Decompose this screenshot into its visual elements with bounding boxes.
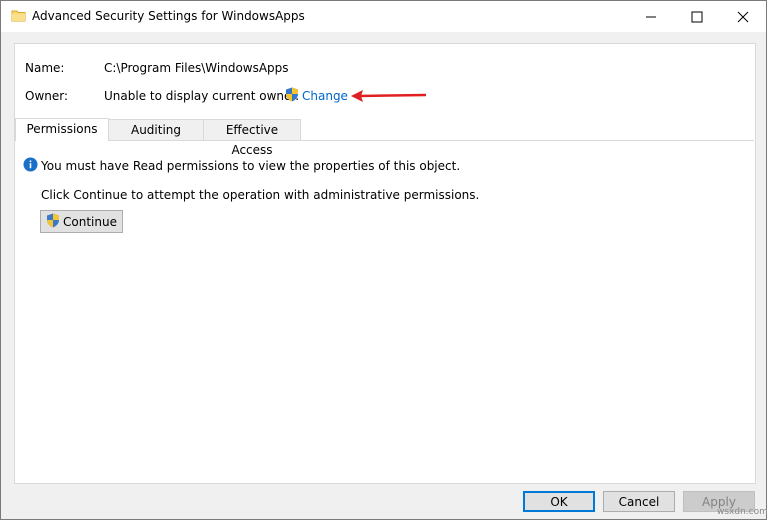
name-value: C:\Program Files\WindowsApps bbox=[104, 61, 289, 75]
change-link-label: Change bbox=[302, 89, 348, 103]
tab-permissions-label: Permissions bbox=[26, 122, 98, 136]
name-label: Name: bbox=[25, 61, 65, 75]
ok-label: OK bbox=[550, 494, 568, 509]
continue-label: Continue bbox=[63, 214, 117, 229]
title-bar[interactable]: Advanced Security Settings for WindowsAp… bbox=[1, 1, 766, 32]
window-title: Advanced Security Settings for WindowsAp… bbox=[32, 9, 305, 23]
red-arrow-annotation bbox=[351, 90, 427, 102]
minimize-icon bbox=[646, 16, 656, 17]
info-icon bbox=[23, 157, 38, 175]
tab-auditing[interactable]: Auditing bbox=[108, 119, 204, 140]
content-panel bbox=[14, 43, 756, 484]
cancel-button[interactable]: Cancel bbox=[603, 491, 675, 512]
close-icon bbox=[737, 11, 749, 22]
maximize-button[interactable] bbox=[674, 1, 720, 32]
tab-auditing-label: Auditing bbox=[130, 123, 182, 137]
close-button[interactable] bbox=[720, 1, 766, 32]
change-owner-link[interactable]: Change bbox=[285, 87, 348, 105]
ok-button[interactable]: OK bbox=[523, 491, 595, 512]
permissions-message: You must have Read permissions to view t… bbox=[23, 157, 460, 175]
tab-divider bbox=[15, 140, 754, 141]
tab-effective-access[interactable]: Effective Access bbox=[203, 119, 301, 157]
message-text: You must have Read permissions to view t… bbox=[41, 159, 461, 173]
owner-value: Unable to display current owner. bbox=[104, 89, 300, 103]
folder-icon bbox=[11, 8, 26, 26]
minimize-button[interactable] bbox=[628, 1, 674, 32]
uac-shield-icon bbox=[285, 87, 299, 105]
tab-permissions[interactable]: Permissions bbox=[15, 118, 109, 141]
owner-label: Owner: bbox=[25, 89, 69, 103]
cancel-label: Cancel bbox=[618, 494, 660, 509]
watermark: wsxdn.com bbox=[717, 507, 767, 517]
dialog-window: Advanced Security Settings for WindowsAp… bbox=[0, 0, 767, 520]
maximize-icon bbox=[691, 11, 703, 22]
uac-shield-icon bbox=[46, 213, 60, 231]
continue-button[interactable]: Continue bbox=[40, 210, 123, 233]
instruction-text: Click Continue to attempt the operation … bbox=[41, 188, 480, 202]
